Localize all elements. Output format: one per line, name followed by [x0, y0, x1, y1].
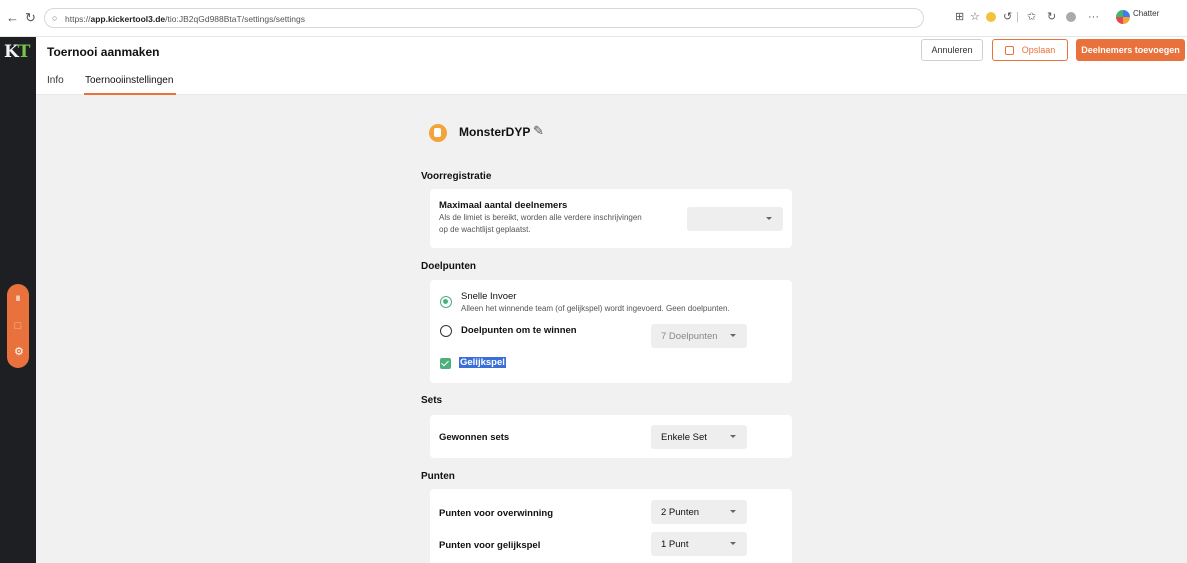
- win-points-label: Punten voor overwinning: [439, 508, 554, 519]
- quick-entry-description: Alleen het winnende team (of gelijkspel)…: [461, 304, 730, 313]
- preregistration-title: Voorregistratie: [421, 171, 492, 182]
- draw-checkbox[interactable]: [440, 358, 451, 369]
- save-icon: [1004, 45, 1014, 55]
- max-participants-description-2: op de wachtlijst geplaatst.: [439, 225, 531, 234]
- lock-icon: ○: [52, 13, 58, 23]
- grid-icon[interactable]: ⊞: [955, 11, 964, 24]
- circle-extension-icon[interactable]: ↺: [1003, 11, 1012, 24]
- points-card: Punten voor overwinning 2 Punten Punten …: [430, 489, 792, 563]
- chevron-down-icon: [730, 334, 736, 337]
- won-sets-label: Gewonnen sets: [439, 432, 510, 443]
- save-button[interactable]: Opslaan: [992, 39, 1068, 61]
- sets-card: Gewonnen sets Enkele Set: [430, 415, 792, 458]
- save-button-label: Opslaan: [1021, 45, 1056, 55]
- logo-t: T: [17, 42, 31, 62]
- add-participants-button[interactable]: Deelnemers toevoegen: [1076, 39, 1185, 61]
- more-icon[interactable]: ···: [1088, 11, 1099, 24]
- max-participants-label: Maximaal aantal deelnemers: [439, 200, 568, 211]
- address-bar[interactable]: ○ https://app.kickertool3.de/tio:JB2qGd9…: [44, 8, 924, 28]
- chevron-down-icon: [730, 510, 736, 513]
- cancel-button-label: Annuleren: [931, 45, 973, 55]
- sets-title: Sets: [421, 395, 443, 406]
- left-sidebar: KT ∎ □ ⚙: [0, 37, 36, 563]
- logo-k: K: [4, 42, 19, 62]
- tournament-name: MonsterDYP: [459, 125, 531, 139]
- tab-tournament-settings[interactable]: Toernooiinstellingen: [85, 75, 173, 86]
- settings-content: MonsterDYP ✎ Voorregistratie Maximaal aa…: [36, 95, 1187, 563]
- won-sets-value: Enkele Set: [661, 432, 707, 443]
- tab-info[interactable]: Info: [47, 75, 64, 86]
- history-icon[interactable]: ↻: [1047, 11, 1056, 24]
- goals-card: Snelle Invoer Alleen het winnende team (…: [430, 280, 792, 383]
- tournament-icon: [429, 124, 447, 142]
- reload-icon[interactable]: ↻: [25, 11, 36, 25]
- chevron-down-icon: [730, 542, 736, 545]
- quick-entry-radio[interactable]: [440, 296, 452, 308]
- draw-points-value: 1 Punt: [661, 539, 689, 550]
- points-title: Punten: [421, 471, 455, 482]
- url-prefix: https://: [65, 14, 91, 24]
- bracket-icon[interactable]: ∎: [14, 292, 22, 304]
- max-participants-description-1: Als de limiet is bereikt, worden alle ve…: [439, 213, 642, 222]
- draw-points-select[interactable]: 1 Punt: [651, 532, 747, 556]
- goals-to-win-select[interactable]: 7 Doelpunten: [651, 324, 747, 348]
- avatar[interactable]: [1066, 12, 1076, 22]
- url-host: app.kickertool3.de: [90, 14, 166, 24]
- settings-icon[interactable]: ⚙: [14, 346, 24, 358]
- sidebar-menu: ∎ □ ⚙: [7, 284, 29, 368]
- win-points-select[interactable]: 2 Punten: [651, 500, 747, 524]
- pencil-icon[interactable]: ✎: [533, 123, 544, 139]
- chevron-down-icon: [766, 217, 772, 220]
- draw-label[interactable]: Gelijkspel: [459, 357, 506, 368]
- goals-title: Doelpunten: [421, 261, 476, 272]
- app-logo[interactable]: KT: [4, 42, 31, 62]
- copilot-icon[interactable]: [1116, 10, 1130, 24]
- favorite-icon[interactable]: ☆: [970, 11, 980, 24]
- draw-points-label: Punten voor gelijkspel: [439, 540, 541, 551]
- cancel-button[interactable]: Annuleren: [921, 39, 983, 61]
- goals-to-win-value: 7 Doelpunten: [661, 331, 718, 342]
- separator-icon: |: [1016, 11, 1019, 23]
- chevron-down-icon: [730, 435, 736, 438]
- browser-toolbar: ← ↻ ○ https://app.kickertool3.de/tio:JB2…: [0, 0, 1187, 37]
- add-participants-label: Deelnemers toevoegen: [1081, 45, 1180, 55]
- extension-icon[interactable]: [986, 12, 996, 22]
- win-points-value: 2 Punten: [661, 507, 700, 518]
- display-icon[interactable]: □: [14, 320, 22, 332]
- quick-entry-label[interactable]: Snelle Invoer: [461, 291, 516, 302]
- page-title: Toernooi aanmaken: [47, 45, 160, 59]
- favorites-icon[interactable]: ✩: [1027, 11, 1036, 24]
- url-path: /tio:JB2qGd988BtaT/settings/settings: [165, 14, 306, 24]
- profile-label[interactable]: Chatter: [1133, 9, 1159, 18]
- max-participants-select[interactable]: [687, 207, 783, 231]
- won-sets-select[interactable]: Enkele Set: [651, 425, 747, 449]
- goals-to-win-label[interactable]: Doelpunten om te winnen: [461, 325, 577, 336]
- back-icon[interactable]: ←: [6, 11, 19, 25]
- preregistration-card: Maximaal aantal deelnemers Als de limiet…: [430, 189, 792, 248]
- goals-to-win-radio[interactable]: [440, 325, 452, 337]
